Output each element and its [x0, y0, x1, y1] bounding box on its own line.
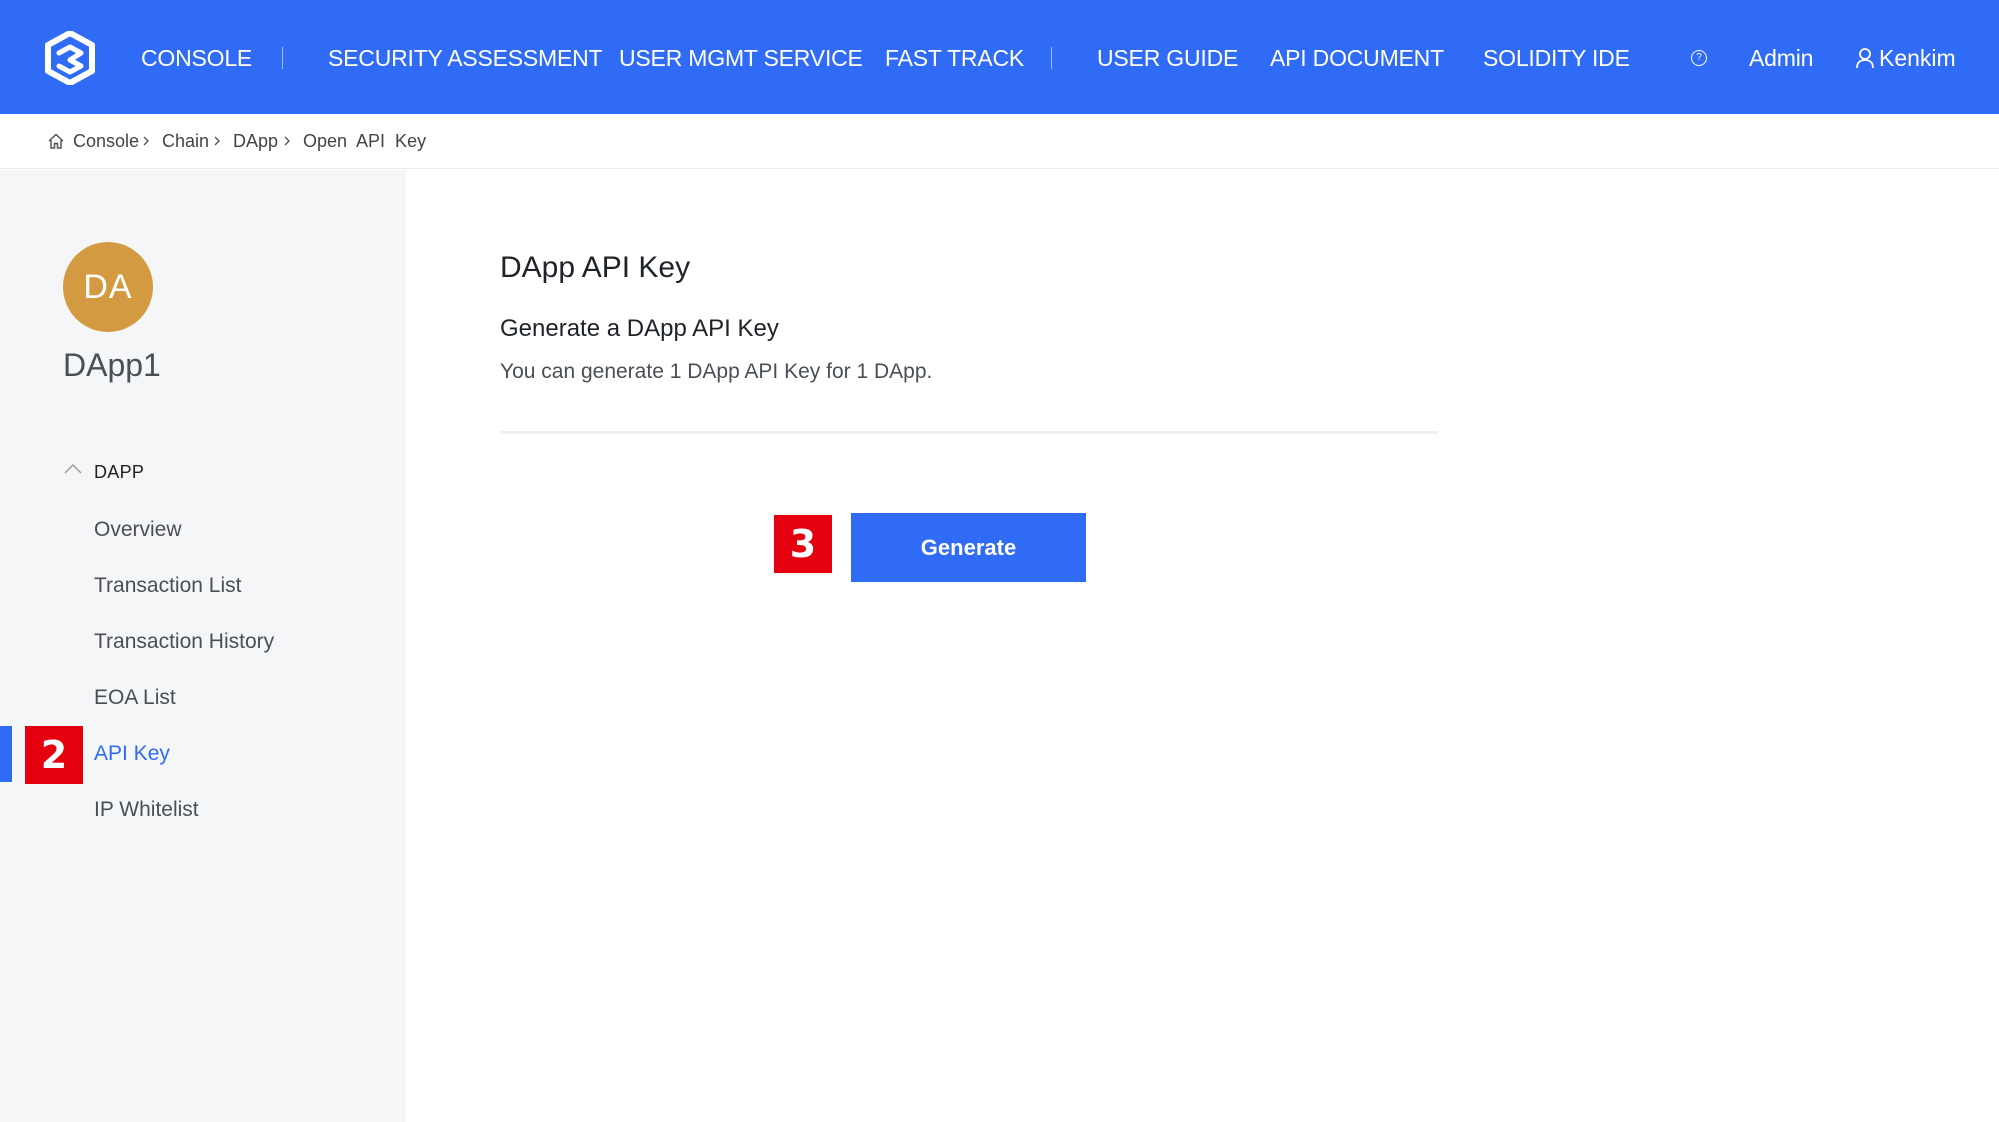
description-text: You can generate 1 DApp API Key for 1 DA… [500, 360, 933, 383]
nav-console[interactable]: CONSOLE [141, 44, 252, 72]
home-icon[interactable] [47, 132, 65, 150]
breadcrumb-open-api-key: Open API Key [303, 131, 427, 151]
sidebar-item-api-key[interactable]: API Key [94, 741, 170, 767]
avatar: DA [63, 242, 153, 332]
nav-api-document[interactable]: API DOCUMENT [1270, 44, 1444, 72]
nav-solidity-ide[interactable]: SOLIDITY IDE [1483, 44, 1630, 72]
user-icon [1856, 48, 1874, 69]
chevron-right-icon [284, 136, 290, 146]
section-title: Generate a DApp API Key [500, 315, 779, 342]
breadcrumb-chain[interactable]: Chain [162, 130, 209, 152]
sidebar-item-eoa-list[interactable]: EOA List [94, 685, 176, 711]
nav-security-assessment[interactable]: SECURITY ASSESSMENT [328, 44, 603, 72]
nav-user-guide[interactable]: USER GUIDE [1097, 44, 1238, 72]
chevron-up-icon[interactable] [63, 463, 83, 475]
sidebar-section-dapp[interactable]: DAPP [94, 461, 144, 483]
active-indicator [0, 726, 12, 782]
breadcrumb-dapp[interactable]: DApp [233, 130, 278, 152]
sidebar-item-transaction-history[interactable]: Transaction History [94, 629, 274, 655]
divider [500, 431, 1438, 434]
sidebar-item-transaction-list[interactable]: Transaction List [94, 573, 241, 599]
chevron-right-icon [214, 136, 220, 146]
step-marker-3: 3 [774, 515, 832, 573]
page-title: DApp API Key [500, 251, 691, 284]
top-navigation-bar: CONSOLE SECURITY ASSESSMENT USER MGMT SE… [0, 0, 1999, 114]
sidebar-item-overview[interactable]: Overview [94, 517, 182, 543]
sidebar-item-ip-whitelist[interactable]: IP Whitelist [94, 797, 199, 823]
step-marker-2: 2 [25, 726, 83, 784]
user-name: Kenkim [1879, 45, 1956, 71]
breadcrumb-console[interactable]: Console [73, 130, 139, 152]
dapp-name: DApp1 [63, 347, 161, 383]
help-circle-icon[interactable]: ? [1691, 50, 1707, 66]
generate-button[interactable]: Generate [851, 513, 1086, 582]
logo-icon[interactable] [44, 31, 96, 85]
nav-separator [282, 47, 283, 69]
nav-separator [1051, 47, 1052, 69]
nav-user-mgmt-service[interactable]: USER MGMT SERVICE [619, 44, 863, 72]
chevron-right-icon [143, 136, 149, 146]
nav-fast-track[interactable]: FAST TRACK [885, 44, 1024, 72]
sidebar: DA DApp1 DAPP Overview Transaction List … [0, 170, 406, 1122]
nav-admin[interactable]: Admin [1749, 44, 1813, 72]
breadcrumb: Console Chain DApp Open API Key [0, 114, 1999, 169]
